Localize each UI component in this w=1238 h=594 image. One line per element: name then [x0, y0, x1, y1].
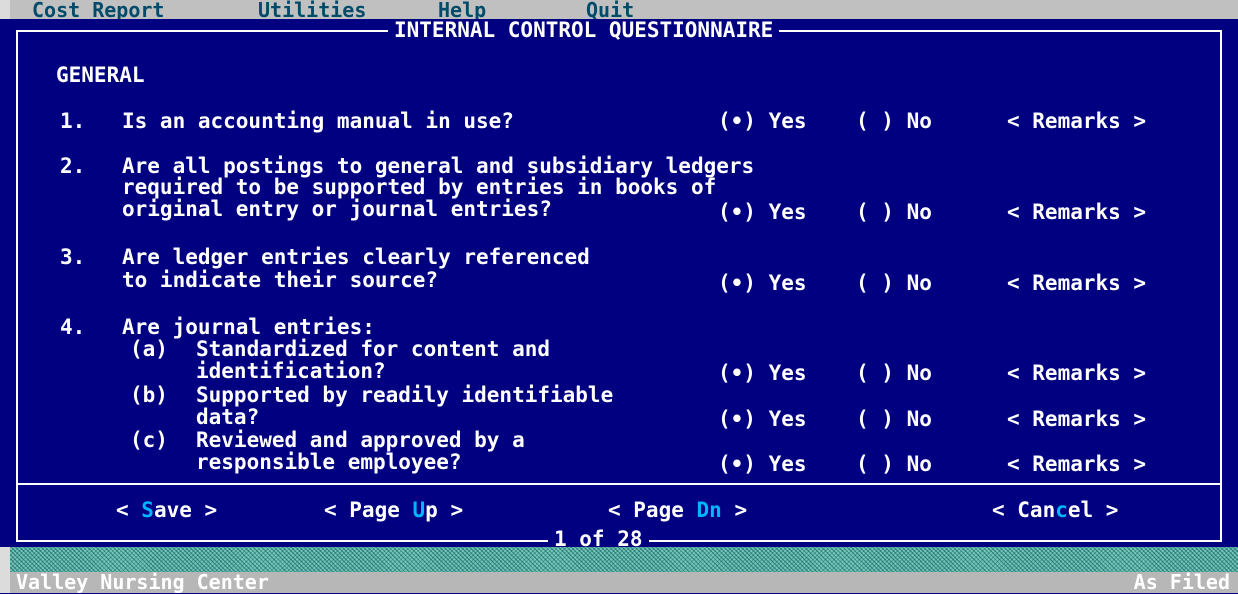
- menu-bar: Cost Report Utilities Help Quit: [0, 0, 1238, 20]
- question-text: Are all postings to general and subsidia…: [122, 154, 755, 178]
- desktop-pattern: [0, 547, 1238, 572]
- section-heading: GENERAL: [56, 63, 145, 87]
- question-number: 3.: [60, 245, 86, 269]
- save-button[interactable]: < Save >: [116, 498, 218, 522]
- yes-radio[interactable]: (•) Yes: [718, 363, 807, 384]
- question-text: Are ledger entries clearly referenced: [122, 245, 590, 269]
- question-text: to indicate their source?: [122, 268, 439, 292]
- yes-radio[interactable]: (•) Yes: [718, 409, 807, 430]
- page-up-pre: < Page: [324, 498, 413, 522]
- page-dn-hotkey: Dn: [696, 498, 722, 522]
- button-separator: [16, 483, 1222, 485]
- subitem-text: Supported by readily identifiable: [196, 383, 614, 407]
- remarks-button[interactable]: < Remarks >: [1007, 111, 1146, 132]
- question-number: 2.: [60, 154, 86, 178]
- remarks-button[interactable]: < Remarks >: [1007, 363, 1146, 384]
- page-up-button[interactable]: < Page Up >: [324, 498, 464, 522]
- questionnaire-dialog: INTERNAL CONTROL QUESTIONNAIRE GENERAL 1…: [12, 19, 1228, 550]
- no-radio[interactable]: ( ) No: [856, 454, 932, 475]
- remarks-button[interactable]: < Remarks >: [1007, 454, 1146, 475]
- status-bar: Valley Nursing Center As Filed: [0, 572, 1238, 593]
- page-down-button[interactable]: < Page Dn >: [608, 498, 748, 522]
- question-text: Are journal entries:: [122, 315, 375, 339]
- question-number: 1.: [60, 109, 86, 133]
- yes-radio[interactable]: (•) Yes: [718, 454, 807, 475]
- no-radio[interactable]: ( ) No: [856, 111, 932, 132]
- menu-help[interactable]: Help: [438, 0, 486, 20]
- page-up-post: p >: [425, 498, 464, 522]
- remarks-button[interactable]: < Remarks >: [1007, 202, 1146, 223]
- frame-left: [16, 30, 18, 542]
- question-text: Is an accounting manual in use?: [122, 109, 514, 133]
- dialog-title: INTERNAL CONTROL QUESTIONNAIRE: [388, 20, 780, 41]
- page-indicator: 1 of 28: [548, 529, 649, 550]
- filing-status: As Filed: [1133, 570, 1230, 594]
- page-dn-post: >: [721, 498, 748, 522]
- subitem-text: identification?: [196, 359, 386, 383]
- no-radio[interactable]: ( ) No: [856, 409, 932, 430]
- remarks-button[interactable]: < Remarks >: [1007, 273, 1146, 294]
- yes-radio[interactable]: (•) Yes: [718, 273, 807, 294]
- subitem-label: (a): [130, 337, 168, 361]
- subitem-text: responsible employee?: [196, 450, 462, 474]
- subitem-text: data?: [196, 405, 260, 429]
- yes-radio[interactable]: (•) Yes: [718, 202, 807, 223]
- question-text: required to be supported by entries in b…: [122, 175, 717, 199]
- page-up-hotkey: U: [412, 498, 426, 522]
- page-dn-pre: < Page: [608, 498, 697, 522]
- menu-cost-report[interactable]: Cost Report: [32, 0, 164, 20]
- yes-radio[interactable]: (•) Yes: [718, 111, 807, 132]
- menu-utilities[interactable]: Utilities: [258, 0, 366, 20]
- subitem-label: (c): [130, 428, 168, 452]
- no-radio[interactable]: ( ) No: [856, 273, 932, 294]
- question-number: 4.: [60, 315, 86, 339]
- cancel-hotkey: c: [1055, 498, 1068, 522]
- remarks-button[interactable]: < Remarks >: [1007, 409, 1146, 430]
- cancel-post: el >: [1067, 498, 1119, 522]
- question-text: original entry or journal entries?: [122, 197, 552, 221]
- save-button-pre: <: [116, 498, 142, 522]
- cancel-pre: < Can: [992, 498, 1056, 522]
- save-button-post: ave >: [153, 498, 218, 522]
- subitem-text: Standardized for content and: [196, 337, 551, 361]
- subitem-text: Reviewed and approved by a: [196, 428, 525, 452]
- facility-name: Valley Nursing Center: [16, 570, 269, 594]
- frame-right: [1220, 30, 1222, 542]
- no-radio[interactable]: ( ) No: [856, 363, 932, 384]
- menu-quit[interactable]: Quit: [586, 0, 634, 20]
- save-hotkey: S: [141, 498, 154, 522]
- cancel-button[interactable]: < Cancel >: [992, 498, 1119, 522]
- subitem-label: (b): [130, 383, 168, 407]
- no-radio[interactable]: ( ) No: [856, 202, 932, 223]
